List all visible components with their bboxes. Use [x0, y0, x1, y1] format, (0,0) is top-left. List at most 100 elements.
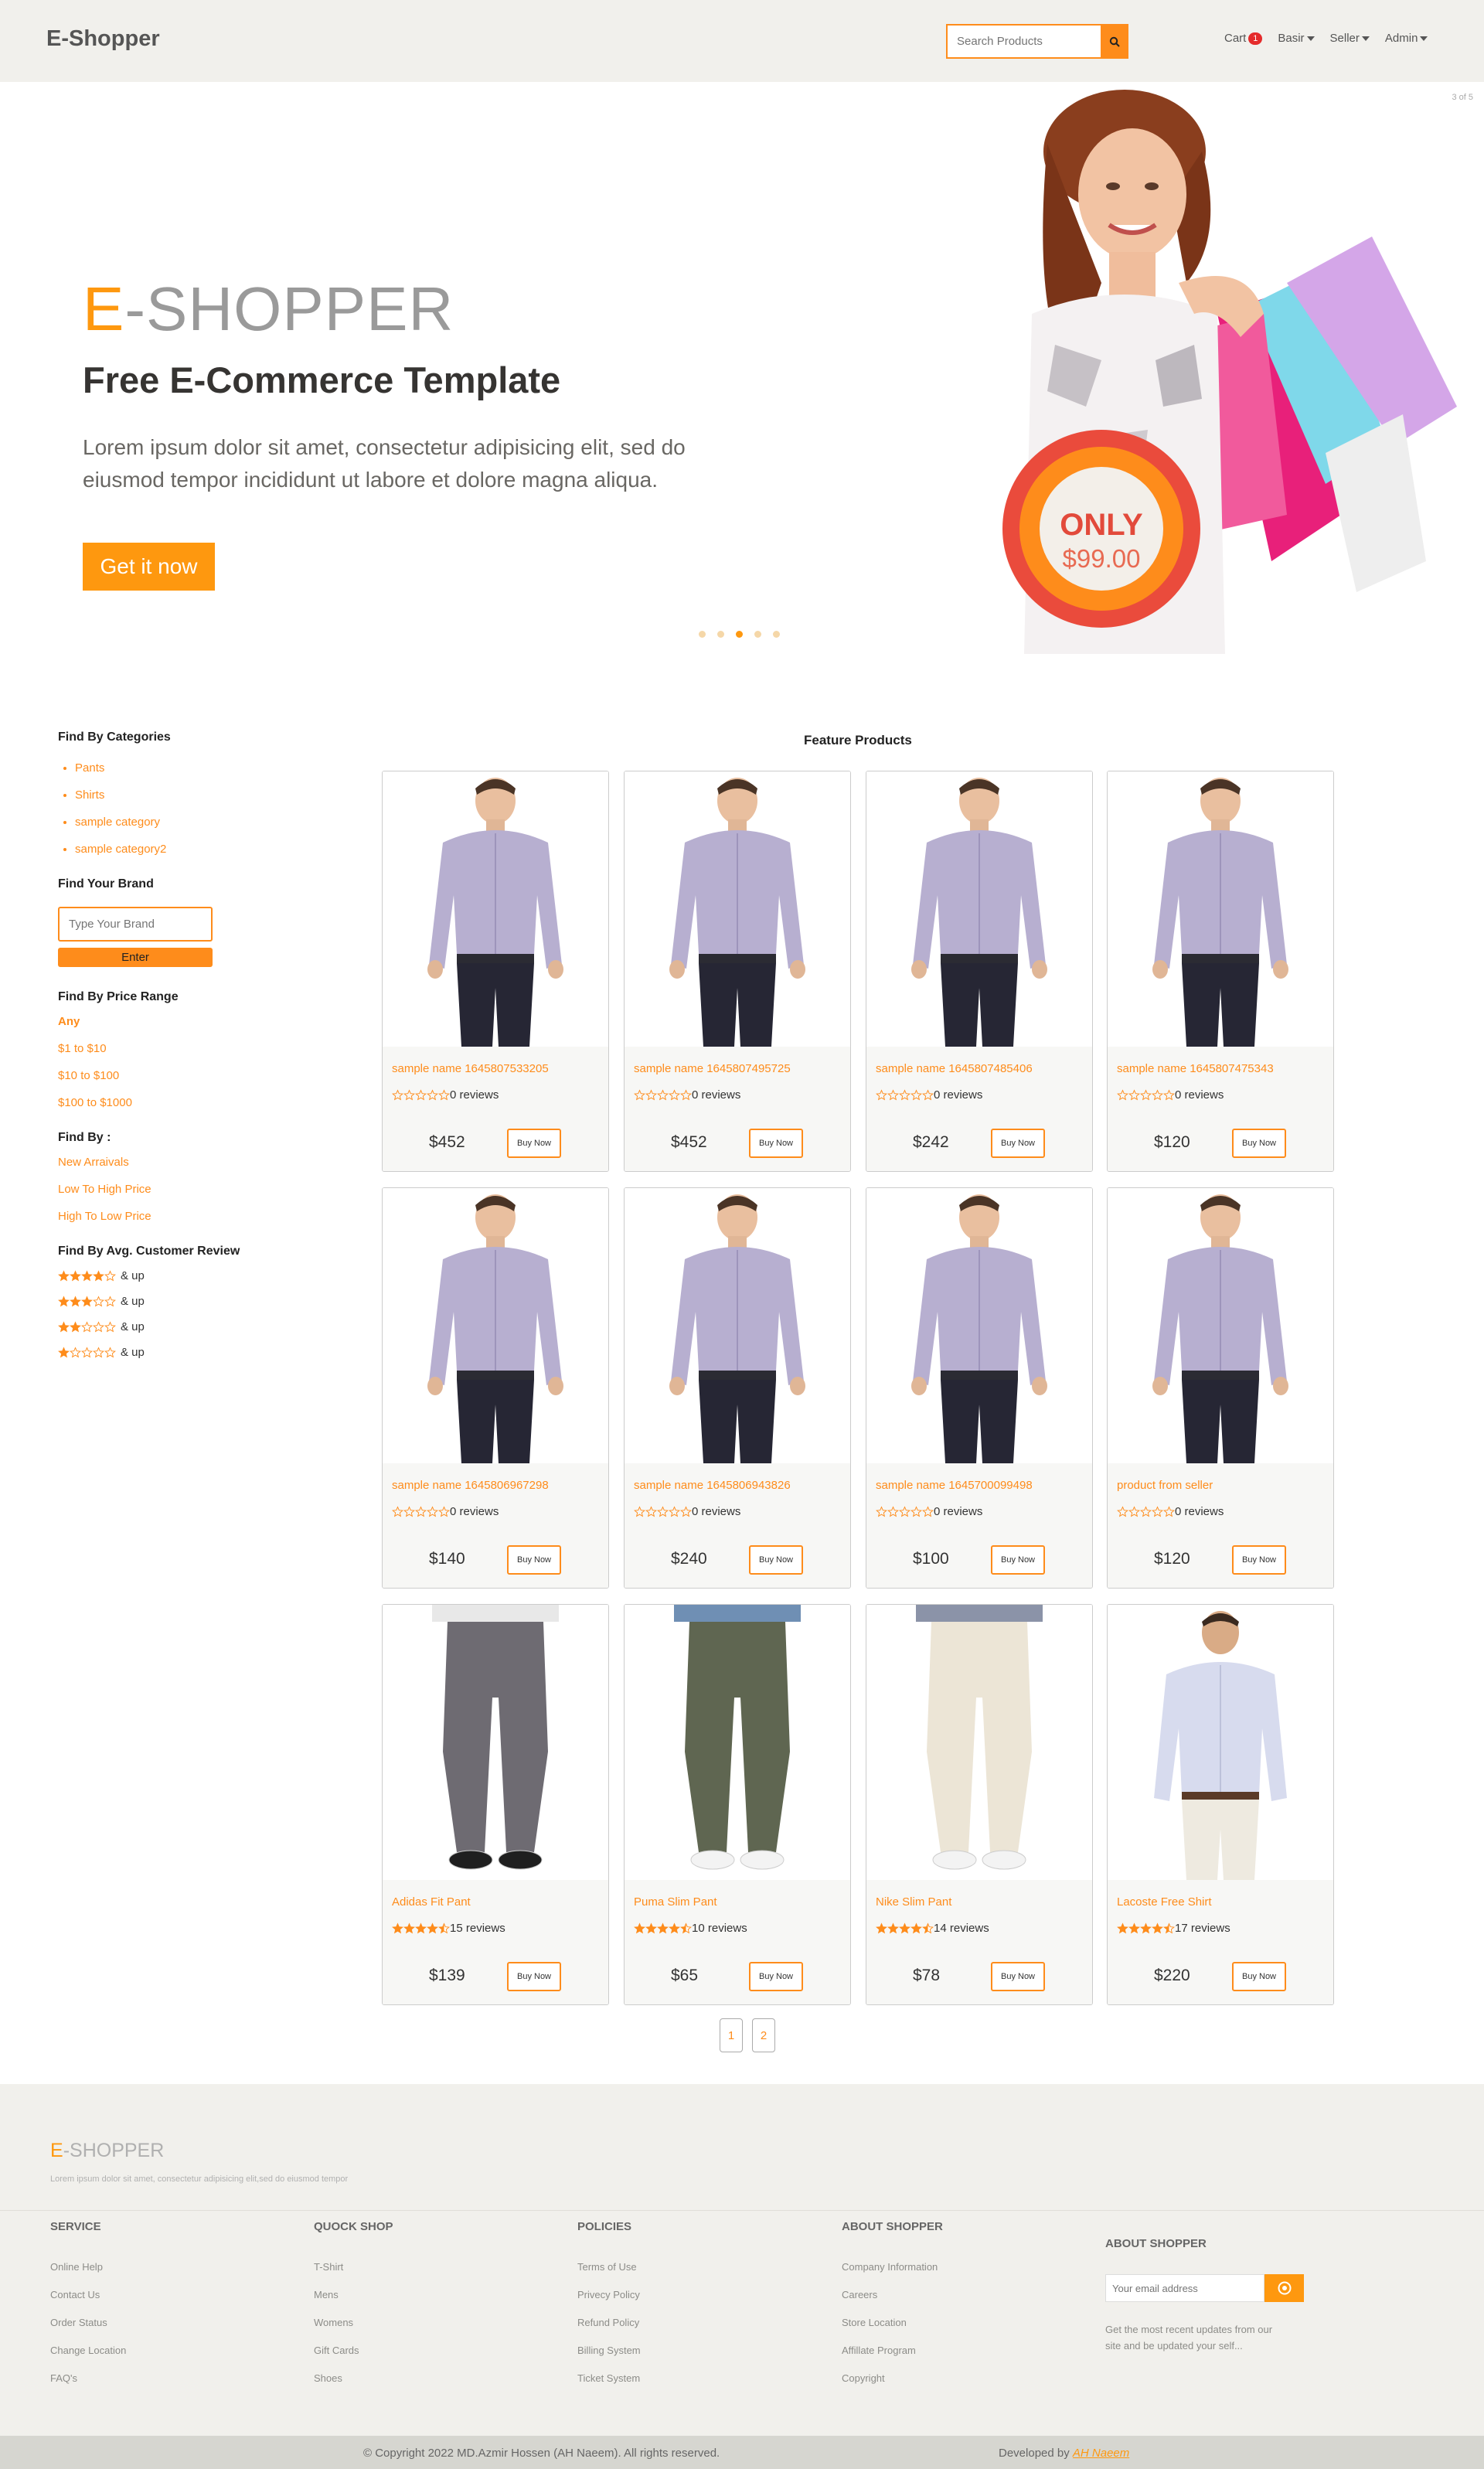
product-image[interactable] — [866, 771, 1092, 1047]
footer-link[interactable]: Order Status — [50, 2317, 126, 2328]
product-card[interactable]: product from seller 0 reviews $120 Buy N… — [1107, 1187, 1334, 1589]
product-card[interactable]: Puma Slim Pant 10 reviews $65 Buy Now — [624, 1604, 851, 2005]
footer-link[interactable]: Change Location — [50, 2345, 126, 2356]
page-button[interactable]: 1 — [720, 2018, 743, 2052]
category-item[interactable]: Shirts — [75, 788, 305, 802]
footer-link[interactable]: Company Information — [842, 2261, 943, 2273]
buy-now-button[interactable]: Buy Now — [749, 1129, 803, 1158]
product-card[interactable]: sample name 1645806967298 0 reviews $140… — [382, 1187, 609, 1589]
product-image[interactable] — [866, 1188, 1092, 1463]
product-name[interactable]: sample name 1645806967298 — [392, 1479, 549, 1492]
footer-link[interactable]: FAQ's — [50, 2372, 126, 2384]
product-name[interactable]: sample name 1645807485406 — [876, 1062, 1033, 1075]
product-image[interactable] — [866, 1605, 1092, 1880]
footer-link[interactable]: Terms of Use — [577, 2261, 641, 2273]
footer-link[interactable]: Careers — [842, 2289, 943, 2300]
product-name[interactable]: sample name 1645807533205 — [392, 1062, 549, 1075]
footer-link[interactable]: Online Help — [50, 2261, 126, 2273]
category-item[interactable]: sample category2 — [75, 843, 305, 856]
product-card[interactable]: sample name 1645807485406 0 reviews $242… — [866, 771, 1093, 1172]
footer-link[interactable]: Privecy Policy — [577, 2289, 641, 2300]
buy-now-button[interactable]: Buy Now — [1232, 1962, 1286, 1991]
product-image[interactable] — [383, 1188, 608, 1463]
product-name[interactable]: product from seller — [1117, 1479, 1213, 1492]
footer-link[interactable]: Refund Policy — [577, 2317, 641, 2328]
nav-user-menu[interactable]: Basir — [1278, 32, 1315, 45]
price-range-item[interactable]: $10 to $100 — [58, 1069, 305, 1082]
footer-link[interactable]: Store Location — [842, 2317, 943, 2328]
price-range-item[interactable]: $1 to $10 — [58, 1042, 305, 1055]
subscribe-button[interactable] — [1264, 2274, 1304, 2302]
footer-link[interactable]: Ticket System — [577, 2372, 641, 2384]
review-filter-item[interactable]: & up — [58, 1346, 305, 1359]
carousel-dot-active[interactable] — [736, 631, 743, 638]
nav-seller-menu[interactable]: Seller — [1330, 32, 1370, 45]
footer-link[interactable]: Womens — [314, 2317, 393, 2328]
product-image[interactable] — [1108, 1188, 1333, 1463]
carousel-dot[interactable] — [754, 631, 761, 638]
price-range-item[interactable]: $100 to $1000 — [58, 1096, 305, 1109]
sort-option[interactable]: Low To High Price — [58, 1183, 305, 1196]
buy-now-button[interactable]: Buy Now — [749, 1545, 803, 1575]
carousel-dot[interactable] — [699, 631, 706, 638]
buy-now-button[interactable]: Buy Now — [749, 1962, 803, 1991]
nav-cart[interactable]: Cart 1 — [1224, 32, 1263, 45]
review-filter-item[interactable]: & up — [58, 1320, 305, 1333]
product-card[interactable]: sample name 1645806943826 0 reviews $240… — [624, 1187, 851, 1589]
buy-now-button[interactable]: Buy Now — [1232, 1545, 1286, 1575]
footer-link[interactable]: Shoes — [314, 2372, 393, 2384]
footer-link[interactable]: Contact Us — [50, 2289, 126, 2300]
product-name[interactable]: Nike Slim Pant — [876, 1895, 951, 1909]
product-name[interactable]: sample name 1645700099498 — [876, 1479, 1033, 1492]
footer-link[interactable]: T-Shirt — [314, 2261, 393, 2273]
product-image[interactable] — [383, 1605, 608, 1880]
product-image[interactable] — [625, 1188, 850, 1463]
carousel-dot[interactable] — [717, 631, 724, 638]
nav-admin-menu[interactable]: Admin — [1385, 32, 1428, 45]
product-name[interactable]: Lacoste Free Shirt — [1117, 1895, 1212, 1909]
footer-link[interactable]: Billing System — [577, 2345, 641, 2356]
product-card[interactable]: sample name 1645807495725 0 reviews $452… — [624, 771, 851, 1172]
footer-link[interactable]: Copyright — [842, 2372, 943, 2384]
product-card[interactable]: sample name 1645700099498 0 reviews $100… — [866, 1187, 1093, 1589]
footer-link[interactable]: Affillate Program — [842, 2345, 943, 2356]
product-image[interactable] — [625, 1605, 850, 1880]
page-button[interactable]: 2 — [752, 2018, 775, 2052]
product-name[interactable]: sample name 1645807475343 — [1117, 1062, 1274, 1075]
buy-now-button[interactable]: Buy Now — [507, 1129, 561, 1158]
buy-now-button[interactable]: Buy Now — [991, 1962, 1045, 1991]
buy-now-button[interactable]: Buy Now — [1232, 1129, 1286, 1158]
product-image[interactable] — [383, 771, 608, 1047]
search-button[interactable] — [1101, 24, 1128, 59]
site-logo[interactable]: E-Shopper — [46, 26, 160, 52]
review-filter-item[interactable]: & up — [58, 1295, 305, 1308]
buy-now-button[interactable]: Buy Now — [507, 1962, 561, 1991]
footer-link[interactable]: Gift Cards — [314, 2345, 393, 2356]
sort-option[interactable]: High To Low Price — [58, 1210, 305, 1223]
sort-option[interactable]: New Arraivals — [58, 1156, 305, 1169]
product-card[interactable]: sample name 1645807533205 0 reviews $452… — [382, 771, 609, 1172]
product-card[interactable]: sample name 1645807475343 0 reviews $120… — [1107, 771, 1334, 1172]
search-input[interactable] — [946, 24, 1101, 59]
product-card[interactable]: Adidas Fit Pant 15 reviews $139 Buy Now — [382, 1604, 609, 2005]
product-name[interactable]: Adidas Fit Pant — [392, 1895, 471, 1909]
buy-now-button[interactable]: Buy Now — [991, 1545, 1045, 1575]
buy-now-button[interactable]: Buy Now — [507, 1545, 561, 1575]
buy-now-button[interactable]: Buy Now — [991, 1129, 1045, 1158]
product-image[interactable] — [625, 771, 850, 1047]
brand-input[interactable] — [58, 907, 213, 942]
category-item[interactable]: sample category — [75, 816, 305, 829]
product-name[interactable]: sample name 1645807495725 — [634, 1062, 791, 1075]
category-item[interactable]: Pants — [75, 761, 305, 775]
review-filter-item[interactable]: & up — [58, 1269, 305, 1282]
product-card[interactable]: Nike Slim Pant 14 reviews $78 Buy Now — [866, 1604, 1093, 2005]
price-range-item[interactable]: Any — [58, 1015, 305, 1028]
developer-link[interactable]: AH Naeem — [1073, 2447, 1129, 2460]
get-it-now-button[interactable]: Get it now — [83, 543, 215, 591]
product-image[interactable] — [1108, 771, 1333, 1047]
product-card[interactable]: Lacoste Free Shirt 17 reviews $220 Buy N… — [1107, 1604, 1334, 2005]
product-name[interactable]: Puma Slim Pant — [634, 1895, 717, 1909]
subscribe-email-input[interactable] — [1105, 2274, 1264, 2302]
brand-enter-button[interactable]: Enter — [58, 948, 213, 967]
product-image[interactable] — [1108, 1605, 1333, 1880]
